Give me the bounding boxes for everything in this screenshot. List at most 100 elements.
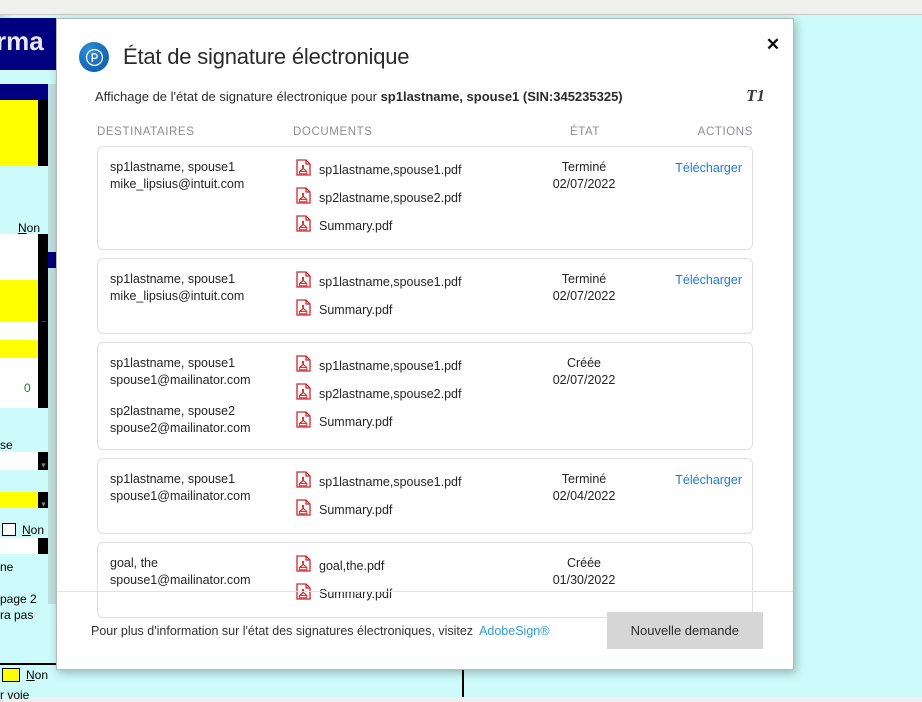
pro-connect-circle-icon xyxy=(79,42,109,72)
column-header-documents: DOCUMENTS xyxy=(293,126,373,138)
row-recipients-cell: sp1lastname, spouse1 spouse1@mailinator.c… xyxy=(98,471,294,521)
recipient-name: sp1lastname, spouse1 xyxy=(110,472,236,486)
background-cell-input-4[interactable] xyxy=(0,538,38,554)
status-date: 02/07/2022 xyxy=(552,289,616,303)
document-item[interactable]: Summary.pdf xyxy=(296,215,520,237)
background-cell-label-non-1: Non xyxy=(18,221,41,235)
row-actions-cell: Télécharger xyxy=(648,271,752,321)
recipient: sp1lastname, spouse1 mike_lipsius@intuit.… xyxy=(110,159,294,193)
document-name: sp2lastname,spouse2.pdf xyxy=(319,387,462,401)
table-row: sp1lastname, spouse1 mike_lipsius@intuit.… xyxy=(97,146,753,250)
document-item[interactable]: Summary.pdf xyxy=(296,411,520,433)
row-status-cell: Terminé 02/04/2022 xyxy=(520,471,648,521)
background-cell-label-ne: ne xyxy=(0,560,14,574)
background-rule-bottom xyxy=(0,663,56,665)
download-link[interactable]: Télécharger xyxy=(675,273,742,287)
background-dropdown-arrow-4[interactable]: ▾ xyxy=(38,500,49,509)
background-scrollbar-thumb[interactable] xyxy=(48,252,56,268)
close-icon[interactable]: ✕ xyxy=(761,33,785,57)
background-cell-input-1[interactable] xyxy=(0,234,38,280)
table-row: sp1lastname, spouse1 mike_lipsius@intuit.… xyxy=(97,258,753,334)
recipient-email: spouse2@mailinator.com xyxy=(110,421,251,435)
background-cell-input-2[interactable] xyxy=(0,322,38,340)
background-cell-label-page2: page 2 xyxy=(0,592,37,606)
dialog-subtitle-prefix: Affichage de l'état de signature électro… xyxy=(95,89,381,104)
background-cell-highlight-4[interactable] xyxy=(0,492,38,508)
row-documents-cell: sp1lastname,spouse1.pdf Summary.pdf xyxy=(294,271,520,321)
status-date: 01/30/2022 xyxy=(552,573,616,587)
recipient: goal, the spouse1@mailinator.com xyxy=(110,555,294,589)
document-item[interactable]: Summary.pdf xyxy=(296,299,520,321)
document-name: goal,the.pdf xyxy=(319,559,385,573)
background-cell-value-1[interactable] xyxy=(0,358,38,408)
row-status-cell: Terminé 02/07/2022 xyxy=(520,271,648,321)
row-documents-cell: sp1lastname,spouse1.pdf sp2lastname,spous… xyxy=(294,355,520,437)
row-actions-cell xyxy=(648,355,752,437)
pdf-file-icon xyxy=(296,355,319,377)
background-cell-label-non-2: Non xyxy=(22,523,45,537)
recipient-email: mike_lipsius@intuit.com xyxy=(110,177,245,191)
document-item[interactable]: sp1lastname,spouse1.pdf xyxy=(296,271,520,293)
background-checkbox-2[interactable] xyxy=(2,523,16,536)
pdf-file-icon xyxy=(296,383,319,405)
column-header-status: ÉTAT xyxy=(569,126,601,138)
status-badge: Terminé xyxy=(561,472,607,486)
document-item[interactable]: sp1lastname,spouse1.pdf xyxy=(296,471,520,493)
row-status-cell: Terminé 02/07/2022 xyxy=(520,159,648,237)
background-cell-highlight-1[interactable] xyxy=(0,100,38,166)
background-cell-label-non-3: Non xyxy=(26,668,49,682)
dialog-subtitle: Affichage de l'état de signature électro… xyxy=(95,89,623,104)
form-type-badge: T1 xyxy=(746,86,765,105)
recipient-email: spouse1@mailinator.com xyxy=(110,573,251,587)
download-link[interactable]: Télécharger xyxy=(675,473,742,487)
column-header-recipients: DESTINATAIRES xyxy=(97,126,195,138)
background-scrollbar-track[interactable] xyxy=(48,84,56,604)
background-gutter-2 xyxy=(38,234,48,280)
download-link[interactable]: Télécharger xyxy=(675,161,742,175)
table-header-row: DESTINATAIRES DOCUMENTS ÉTAT ACTIONS xyxy=(97,126,753,146)
document-item[interactable]: sp2lastname,spouse2.pdf xyxy=(296,383,520,405)
document-item[interactable]: sp1lastname,spouse1.pdf xyxy=(296,159,520,181)
background-cell-label-rapas: ra pas xyxy=(0,608,34,622)
document-item[interactable]: Summary.pdf xyxy=(296,499,520,521)
recipient-name: sp1lastname, spouse1 xyxy=(110,272,236,286)
recipient: sp1lastname, spouse1 spouse1@mailinator.c… xyxy=(110,355,294,389)
background-cell-highlight-2[interactable] xyxy=(0,280,38,322)
background-cell-label-rvoie: r voie xyxy=(0,688,30,702)
adobe-sign-link[interactable]: AdobeSign® xyxy=(479,624,549,638)
recipient-name: sp2lastname, spouse2 xyxy=(110,404,236,418)
row-status-cell: Créée 02/07/2022 xyxy=(520,355,648,437)
status-badge: Créée xyxy=(566,356,602,370)
recipient-name: sp1lastname, spouse1 xyxy=(110,356,236,370)
document-name: sp1lastname,spouse1.pdf xyxy=(319,359,462,373)
status-date: 02/07/2022 xyxy=(552,177,616,191)
background-gutter-1 xyxy=(38,100,48,166)
background-cell-input-3[interactable] xyxy=(0,452,38,470)
background-cell-info-4 xyxy=(0,470,38,492)
footer-info-text: Pour plus d'information sur l'état des s… xyxy=(91,623,474,638)
document-name: Summary.pdf xyxy=(319,303,393,317)
document-name: Summary.pdf xyxy=(319,219,393,233)
dialog-header: État de signature électronique xyxy=(57,19,793,72)
background-cell-highlight-3[interactable] xyxy=(0,340,38,358)
row-recipients-cell: sp1lastname, spouse1 mike_lipsius@intuit.… xyxy=(98,159,294,237)
document-item[interactable]: goal,the.pdf xyxy=(296,555,520,577)
background-checkbox-3[interactable] xyxy=(2,668,20,682)
row-documents-cell: sp1lastname,spouse1.pdf Summary.pdf xyxy=(294,471,520,521)
background-cell-label-se: se xyxy=(0,438,13,452)
pdf-file-icon xyxy=(296,159,319,181)
background-gutter-6 xyxy=(38,358,48,408)
document-item[interactable]: sp1lastname,spouse1.pdf xyxy=(296,355,520,377)
document-item[interactable]: sp2lastname,spouse2.pdf xyxy=(296,187,520,209)
background-toolbar xyxy=(0,0,922,15)
row-documents-cell: sp1lastname,spouse1.pdf sp2lastname,spous… xyxy=(294,159,520,237)
recipient-email: spouse1@mailinator.com xyxy=(110,489,251,503)
document-name: Summary.pdf xyxy=(319,415,393,429)
background-dropdown-arrow-3[interactable]: ▾ xyxy=(38,461,49,470)
new-request-button[interactable]: Nouvelle demande xyxy=(606,612,763,649)
signature-requests-table: DESTINATAIRES DOCUMENTS ÉTAT ACTIONS sp1… xyxy=(57,126,793,618)
table-body: sp1lastname, spouse1 mike_lipsius@intuit.… xyxy=(97,146,753,618)
recipient-email: mike_lipsius@intuit.com xyxy=(110,289,245,303)
table-row: sp1lastname, spouse1 spouse1@mailinator.c… xyxy=(97,342,753,450)
pdf-file-icon xyxy=(296,555,319,577)
